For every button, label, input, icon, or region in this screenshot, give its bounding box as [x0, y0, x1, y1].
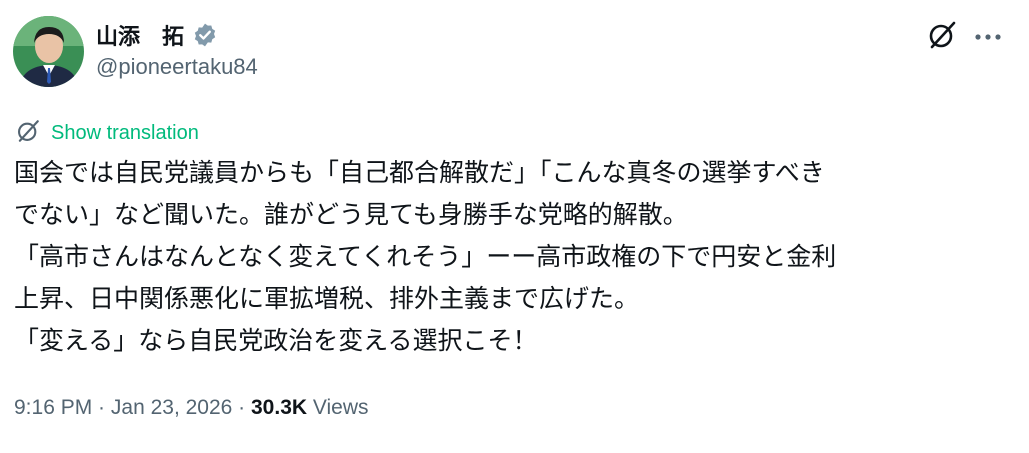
- tweet-text: 国会では自民党議員からも「自己都合解散だ」「こんな真冬の選挙すべき でない」など…: [14, 152, 1019, 362]
- tweet-text-line: でない」など聞いた。誰がどう見ても身勝手な党略的解散。: [14, 200, 688, 229]
- avatar[interactable]: [13, 16, 84, 87]
- grok-translate-icon: [15, 118, 41, 149]
- show-translation-link[interactable]: Show translation: [15, 118, 199, 149]
- meta-separator: ·: [92, 396, 111, 419]
- views-label: Views: [307, 396, 369, 419]
- grok-icon: [926, 19, 958, 56]
- author-block: 山添 拓 @pioneertaku84: [96, 20, 258, 80]
- tweet-date[interactable]: Jan 23, 2026: [111, 396, 232, 420]
- more-dots-icon: [974, 28, 1002, 46]
- views-count: 30.3K: [251, 396, 308, 419]
- tweet-text-line: 上昇、日中関係悪化に軍拡増税、排外主義まで広げた。: [14, 284, 640, 313]
- tweet: 山添 拓 @pioneertaku84 Show translation 国会で…: [0, 0, 1029, 453]
- display-name[interactable]: 山添 拓: [96, 19, 184, 51]
- meta-separator: ·: [232, 396, 251, 419]
- author-handle[interactable]: @pioneertaku84: [96, 54, 258, 80]
- name-row: 山添 拓: [96, 20, 258, 50]
- tweet-text-line: 「高市さんはなんとなく変えてくれそう」ーー高市政権の下で円安と金利: [14, 242, 837, 271]
- grok-button[interactable]: [922, 17, 962, 57]
- more-options-button[interactable]: [966, 17, 1010, 57]
- tweet-text-line: 「変える」なら自民党政治を変える選択こそ！: [14, 326, 538, 355]
- tweet-meta: 9:16 PM · Jan 23, 2026 · 30.3K Views: [14, 396, 369, 420]
- verified-badge-icon: [192, 22, 218, 48]
- tweet-text-line: 国会では自民党議員からも「自己都合解散だ」「こんな真冬の選挙すべき: [14, 158, 825, 187]
- show-translation-label: Show translation: [51, 122, 199, 144]
- tweet-time[interactable]: 9:16 PM: [14, 396, 92, 420]
